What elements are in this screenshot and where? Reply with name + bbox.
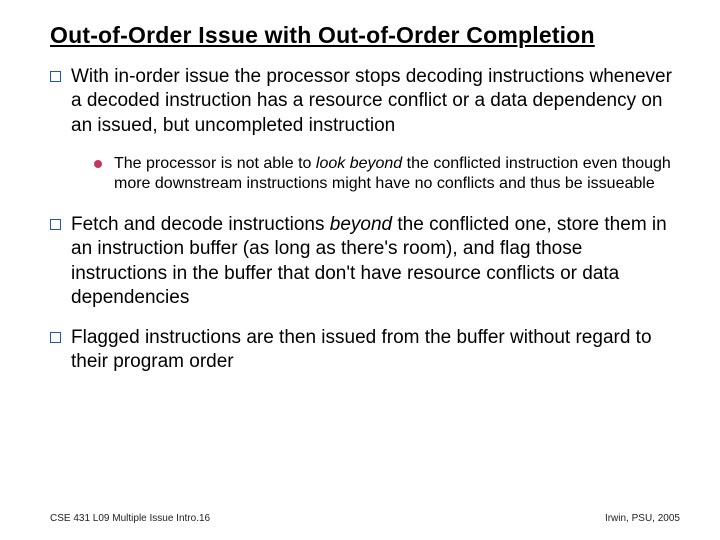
sub-bullet-1: The processor is not able to look beyond…: [94, 154, 680, 195]
square-bullet-icon: [50, 71, 61, 82]
footer: CSE 431 L09 Multiple Issue Intro.16 Irwi…: [50, 513, 680, 524]
text: With in-order issue the processor stops …: [71, 66, 672, 136]
bullet-3: Flagged instructions are then issued fro…: [50, 326, 680, 375]
dot-bullet-icon: [94, 160, 102, 168]
text-em: beyond: [330, 214, 392, 235]
bullet-1-text: With in-order issue the processor stops …: [71, 65, 680, 138]
square-bullet-icon: [50, 219, 61, 230]
bullet-2-text: Fetch and decode instructions beyond the…: [71, 213, 680, 310]
bullet-2: Fetch and decode instructions beyond the…: [50, 213, 680, 310]
sub-bullet-1-text: The processor is not able to look beyond…: [114, 154, 680, 195]
text: Flagged instructions are then issued fro…: [71, 327, 652, 372]
bullet-3-text: Flagged instructions are then issued fro…: [71, 326, 680, 375]
slide: Out-of-Order Issue with Out-of-Order Com…: [0, 0, 720, 540]
bullet-1: With in-order issue the processor stops …: [50, 65, 680, 138]
text-em: look beyond: [316, 155, 402, 172]
slide-title: Out-of-Order Issue with Out-of-Order Com…: [50, 22, 680, 49]
footer-left: CSE 431 L09 Multiple Issue Intro.16: [50, 513, 210, 524]
square-bullet-icon: [50, 332, 61, 343]
text-pre: Fetch and decode instructions: [71, 214, 330, 235]
text-pre: The processor is not able to: [114, 155, 316, 172]
footer-right: Irwin, PSU, 2005: [605, 513, 680, 524]
